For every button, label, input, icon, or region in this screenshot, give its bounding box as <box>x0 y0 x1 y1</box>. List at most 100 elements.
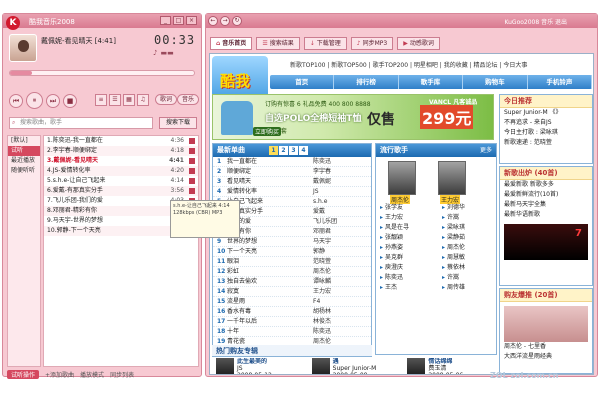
mute-icon[interactable]: ♪ <box>153 49 157 57</box>
singer-link[interactable]: ▸ 梁静茹 <box>442 233 465 243</box>
browser-tab[interactable]: ▶ 动感歌词 <box>397 37 440 50</box>
singer-link[interactable]: ▸ 孙燕姿 <box>380 244 403 251</box>
stop-button[interactable]: ■ <box>63 93 77 108</box>
page-button[interactable]: 2 <box>279 146 288 155</box>
playlist-row[interactable]: 1.陈奕迅-我一直都在 4:36 <box>44 136 198 146</box>
list-icon[interactable]: ☰ <box>109 94 121 106</box>
playlist-row[interactable]: 5.s.h.e-让自己飞起来 4:14 <box>44 176 198 186</box>
back-icon[interactable]: ← <box>208 16 218 26</box>
new-song-row[interactable]: 16 香水有毒 胡杨林 <box>213 307 371 317</box>
new-song-row[interactable]: 2 顺便绑定 李宇春 <box>213 167 371 177</box>
browser-tab[interactable]: ♪ 同步MP3 <box>350 37 394 50</box>
playlist-row[interactable]: 6.爱戴-有那真实分手 3:56 <box>44 186 198 196</box>
page-button[interactable]: 1 <box>269 146 278 155</box>
singer-link[interactable]: ▸ 梁咏琪 <box>442 223 465 233</box>
singer-link[interactable]: ▸ 许嵩 <box>442 213 459 223</box>
nav-item[interactable]: 购物车 <box>463 75 528 89</box>
new-song-row[interactable]: 1 我一直都在 陈奕迅 <box>213 157 371 167</box>
recommend-item[interactable]: 今日主打歌 : 梁咏琪 <box>500 128 592 138</box>
search-download-button[interactable]: 搜索下载 <box>159 117 197 129</box>
ad-banner[interactable]: 订购有惊喜 6 礼品免费 400 800 8888 自选POLO全棉短袖T恤 4… <box>212 94 494 140</box>
recommend-item[interactable]: Super Junior-M 《》 <box>500 108 592 118</box>
song-action-icon[interactable] <box>189 138 195 144</box>
browser-tab[interactable]: ↓ 下载管理 <box>303 37 347 50</box>
playlist-row[interactable]: 3.戴佩妮-看见晴天 4:41 <box>44 156 198 166</box>
song-action-icon[interactable] <box>189 168 195 174</box>
singer-link[interactable]: ▸ 张靓颖 <box>380 234 403 241</box>
nav-item[interactable]: 首页 <box>270 75 335 89</box>
chart-picks-image[interactable] <box>504 306 588 342</box>
chart-pick-item[interactable]: 大西洋流星雨经典 <box>500 352 592 362</box>
new-hits-image[interactable]: 7 <box>504 224 588 260</box>
singer-link[interactable]: ▸ 吴克群 <box>380 254 403 261</box>
playlist-row[interactable]: 4.JS-爱情转化率 4:20 <box>44 166 198 176</box>
equalizer-icon[interactable]: ≡ <box>95 94 107 106</box>
song-action-icon[interactable] <box>189 158 195 164</box>
player-titlebar[interactable]: K 酷我音乐2008 _ □ × <box>3 14 201 30</box>
new-song-row[interactable]: 17 一千年以后 林俊杰 <box>213 317 371 327</box>
new-song-row[interactable]: 12 彩虹 周杰伦 <box>213 267 371 277</box>
singer-link[interactable]: ▸ 许嵩 <box>442 273 459 283</box>
new-song-row[interactable]: 10 下一个天亮 郭静 <box>213 247 371 257</box>
category-item[interactable]: 试听 <box>8 146 40 156</box>
singer-link[interactable]: ▸ 蔡依林 <box>442 263 465 273</box>
browser-titlebar[interactable]: ← → ↻ KuGoo2008 音乐 退出 <box>206 14 597 28</box>
singer-photo[interactable] <box>388 161 416 195</box>
new-song-row[interactable]: 9 世界的梦想 马天宇 <box>213 237 371 247</box>
page-button[interactable]: 4 <box>299 146 308 155</box>
lyrics-toggle-icon[interactable]: ♫ <box>137 94 149 106</box>
singer-link[interactable]: ▸ 周杰伦 <box>442 243 465 253</box>
forward-icon[interactable]: → <box>220 16 230 26</box>
close-button[interactable]: × <box>186 16 197 25</box>
pause-button[interactable]: ⏸ <box>26 92 43 109</box>
refresh-icon[interactable]: ↻ <box>232 16 242 26</box>
singer-photo[interactable] <box>438 161 466 195</box>
nav-item[interactable]: 歌手库 <box>399 75 464 89</box>
music-button[interactable]: 音乐 <box>177 94 200 105</box>
play-mode-button[interactable]: 播放模式 <box>80 370 104 379</box>
playlist-row[interactable]: 2.李宇春-顺便绑定 4:18 <box>44 146 198 156</box>
nav-item[interactable]: 排行榜 <box>334 75 399 89</box>
top-links[interactable]: 新歌TOP100 | 新歌TOP500 | 歌手TOP200 | 明星相吧 | … <box>290 60 527 69</box>
chart-pick-item[interactable]: 周杰伦 - 七里香 <box>500 342 592 352</box>
singer-link[interactable]: ▸ 刘德华 <box>442 203 465 213</box>
volume-icon[interactable]: ▬▬ <box>160 49 173 57</box>
new-song-row[interactable]: 11 眼泪 范晓萱 <box>213 257 371 267</box>
user-status[interactable]: KuGoo2008 音乐 退出 <box>504 17 567 26</box>
maximize-button[interactable]: □ <box>173 16 184 25</box>
buy-now-button[interactable]: 立即购买 <box>253 127 282 136</box>
recommend-item[interactable]: 不再追求 - 来自JS <box>500 118 592 128</box>
page-button[interactable]: 3 <box>289 146 298 155</box>
category-item[interactable]: 随便听听 <box>8 166 40 176</box>
category-item[interactable]: [默认] <box>8 136 40 146</box>
new-song-row[interactable]: 3 看见晴天 戴佩妮 <box>213 177 371 187</box>
new-hit-item[interactable]: 最爱新鲜流行(10首) <box>500 190 592 200</box>
album-card[interactable]: 情话绵绵费玉清2008-05-06 <box>407 358 497 374</box>
singers-more-link[interactable]: 更多 <box>480 144 492 157</box>
song-action-icon[interactable] <box>189 178 195 184</box>
new-song-row[interactable]: 14 寂寞 王力宏 <box>213 287 371 297</box>
previous-button[interactable]: ⏮ <box>9 93 23 108</box>
recommend-item[interactable]: 新歌速递 : 范晓萱 <box>500 138 592 148</box>
song-action-icon[interactable] <box>189 148 195 154</box>
category-item[interactable]: 最近播放 <box>8 156 40 166</box>
add-song-button[interactable]: +添加歌曲 <box>45 370 74 379</box>
new-song-row[interactable]: 18 十年 陈奕迅 <box>213 327 371 337</box>
minimize-button[interactable]: _ <box>160 16 171 25</box>
new-song-row[interactable]: 15 流星雨 F4 <box>213 297 371 307</box>
browser-tab[interactable]: ☰ 搜索结果 <box>256 37 300 50</box>
album-card[interactable]: 遇Super Junior-M2008-05-09 <box>311 358 402 374</box>
grid-icon[interactable]: ▦ <box>123 94 135 106</box>
lyrics-button[interactable]: 歌词 <box>155 94 178 105</box>
singer-link[interactable]: ▸ 风是在寻 <box>380 224 409 231</box>
listen-ops-button[interactable]: 试听操作 <box>7 370 40 379</box>
singer-link[interactable]: ▸ 周慧敏 <box>442 253 465 263</box>
singer-link[interactable]: ▸ 周传雄 <box>442 283 465 293</box>
new-song-row[interactable]: 13 独自去偷欢 谭咏麟 <box>213 277 371 287</box>
singer-link[interactable]: ▸ 王杰 <box>380 284 397 291</box>
singer-link[interactable]: ▸ 张学友 <box>380 204 403 211</box>
nav-item[interactable]: 手机铃声 <box>528 75 593 89</box>
singer-link[interactable]: ▸ 王力宏 <box>380 214 403 221</box>
sync-list-button[interactable]: 同步列表 <box>110 370 134 379</box>
song-action-icon[interactable] <box>189 188 195 194</box>
